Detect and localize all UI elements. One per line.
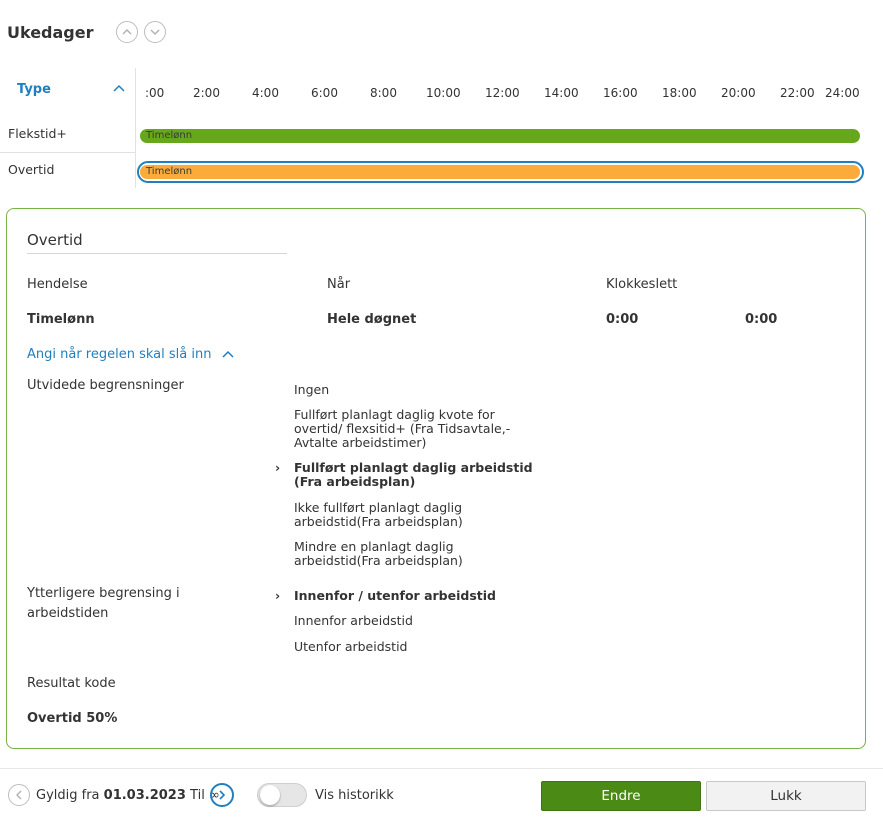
option-less-than-planned[interactable]: Mindre en planlagt daglig arbeidstid(Fra… [294,540,474,568]
time-tick: :00 [145,86,165,100]
valid-prefix: Gyldig fra [36,788,100,803]
timeline-row-label-overtid: Overtid [8,162,55,177]
chevron-up-icon [122,29,131,35]
option-outside[interactable]: Utenfor arbeidstid [294,640,407,654]
chevron-up-icon[interactable] [112,82,126,96]
chevron-right-icon: › [275,460,281,475]
chevron-left-icon [16,790,22,800]
row-separator [0,152,135,153]
previous-period-button[interactable] [8,784,30,806]
chevron-right-icon: › [275,588,281,603]
valid-date: 01.03.2023 [103,788,186,803]
time-tick: 6:00 [311,86,338,100]
rule-trigger-label: Angi når regelen skal slå inn [27,347,212,362]
timeline: Type :00 2:00 4:00 6:00 8:00 10:00 12:00… [0,68,883,188]
chevron-right-icon [219,790,226,800]
footer: Gyldig fra 01.03.2023 Til ∞ Vis historik… [0,769,883,820]
time-from-value: 0:00 [606,312,639,327]
time-tick: 4:00 [252,86,279,100]
option-not-completed-worktime[interactable]: Ikke fullført planlagt daglig arbeidstid… [294,501,479,529]
time-tick: 8:00 [370,86,397,100]
rule-detail-panel: Overtid Hendelse Når Klokkeslett Timeløn… [6,208,866,749]
time-tick: 10:00 [426,86,461,100]
time-header: Klokkeslett [606,277,678,292]
time-tick: 12:00 [485,86,520,100]
event-header: Hendelse [27,277,88,292]
timeline-bar-flekstid[interactable]: Timelønn [140,129,860,143]
time-tick: 20:00 [721,86,756,100]
history-label: Vis historikk [315,788,394,803]
option-inside-outside[interactable]: Innenfor / utenfor arbeidstid [294,589,496,603]
extended-restrictions-label: Utvidede begrensninger [27,378,184,393]
page-title: Ukedager [7,22,94,42]
chevron-down-icon [150,29,159,35]
time-tick: 22:00 [780,86,815,100]
time-tick: 16:00 [603,86,638,100]
option-completed-planned-worktime[interactable]: Fullført planlagt daglig arbeidstid (Fra… [294,461,539,489]
next-item-button[interactable] [143,21,166,43]
timeline-bar-overtid[interactable]: Timelønn [140,165,860,179]
rule-trigger-toggle[interactable]: Angi når regelen skal slå inn [27,347,235,362]
time-tick: 18:00 [662,86,697,100]
time-tick: 2:00 [193,86,220,100]
time-to-value: 0:00 [745,312,778,327]
result-code-value: Overtid 50% [27,711,118,726]
event-value: Timelønn [27,312,95,327]
result-code-label: Resultat kode [27,676,116,691]
detail-title: Overtid [27,231,287,254]
previous-item-button[interactable] [115,21,138,43]
when-header: Når [327,277,351,292]
type-column-header[interactable]: Type [17,82,51,97]
option-completed-quota[interactable]: Fullført planlagt daglig kvote for overt… [294,408,519,450]
chevron-up-icon [222,350,234,358]
when-value: Hele døgnet [327,312,417,327]
validity-text: Gyldig fra 01.03.2023 Til ∞ [36,788,220,803]
option-ingen[interactable]: Ingen [294,383,329,397]
page-header: Ukedager [7,18,166,46]
timeline-row-label-flekstid: Flekstid+ [8,126,67,141]
history-toggle[interactable] [257,783,307,807]
time-tick: 14:00 [544,86,579,100]
toggle-knob [260,785,280,805]
further-restriction-label: Ytterligere begrensing i arbeidstiden [27,586,180,621]
option-inside[interactable]: Innenfor arbeidstid [294,614,413,628]
edit-button[interactable]: Endre [541,781,701,811]
timeline-divider [135,68,136,188]
next-period-button[interactable] [210,783,234,807]
close-button[interactable]: Lukk [706,781,866,811]
time-tick: 24:00 [825,86,860,100]
